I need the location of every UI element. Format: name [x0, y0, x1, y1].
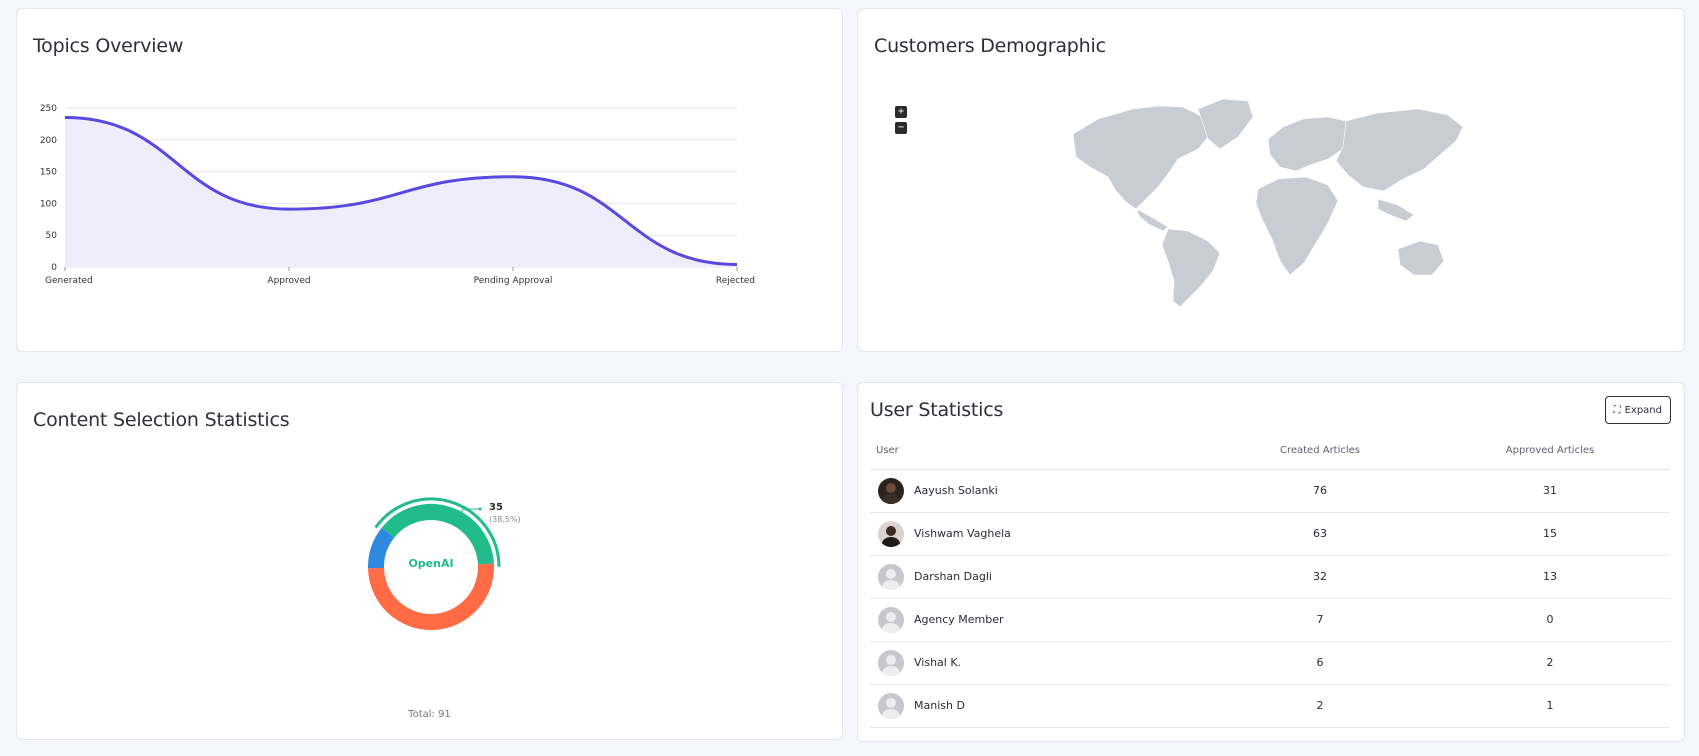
- map-region-africa: [1255, 176, 1339, 276]
- table-row[interactable]: Agency Member 7 0: [870, 598, 1670, 642]
- expand-label: Expand: [1624, 404, 1662, 416]
- avatar: [878, 477, 904, 504]
- topics-overview-card: Topics Overview 0 50 100 150 200 250 Generated…: [16, 8, 843, 352]
- map-region-asia: [1335, 108, 1464, 192]
- x-tick-label: Approved: [267, 276, 310, 286]
- content-selection-title: Content Selection Statistics: [33, 409, 290, 431]
- map-region-south-america: [1161, 228, 1221, 308]
- column-header-user: User: [870, 433, 1210, 470]
- y-tick-label: 0: [51, 263, 57, 273]
- user-name: Aayush Solanki: [914, 484, 998, 497]
- table-header-row: User Created Articles Approved Articles: [870, 433, 1670, 470]
- world-map[interactable]: [858, 9, 1686, 353]
- map-region-southeast-asia: [1377, 198, 1415, 222]
- user-statistics-table: User Created Articles Approved Articles …: [870, 433, 1670, 728]
- column-header-approved: Approved Articles: [1430, 433, 1670, 470]
- user-statistics-card: User Statistics ⛶ Expand User Created Ar…: [857, 382, 1685, 742]
- user-name: Manish D: [914, 699, 965, 712]
- avatar: [878, 649, 904, 676]
- content-selection-card: Content Selection Statistics 35 (38.5%) …: [16, 382, 843, 740]
- content-donut-chart[interactable]: 35 (38.5%) OpenAI: [17, 433, 844, 683]
- avatar: [878, 692, 904, 719]
- created-articles: 2: [1210, 684, 1430, 728]
- y-tick-label: 50: [46, 231, 58, 241]
- created-articles: 76: [1210, 469, 1430, 513]
- approved-articles: 15: [1430, 512, 1670, 556]
- approved-articles: 31: [1430, 469, 1670, 513]
- created-articles: 6: [1210, 641, 1430, 685]
- created-articles: 32: [1210, 555, 1430, 599]
- user-name: Darshan Dagli: [914, 570, 992, 583]
- column-header-created: Created Articles: [1210, 433, 1430, 470]
- topics-area-chart: 0 50 100 150 200 250 Generated Approved Pending …: [40, 104, 755, 286]
- expand-icon: ⛶: [1613, 404, 1621, 416]
- map-region-australia: [1397, 240, 1445, 276]
- user-name: Vishal K.: [914, 656, 962, 669]
- y-tick-label: 100: [40, 199, 57, 209]
- map-region-north-america: [1072, 105, 1214, 210]
- avatar: [878, 563, 904, 590]
- user-statistics-title: User Statistics: [870, 399, 1004, 421]
- x-tick-label: Generated: [45, 276, 93, 286]
- user-name: Agency Member: [914, 613, 1004, 626]
- table-row[interactable]: Vishal K. 6 2: [870, 641, 1670, 685]
- approved-articles: 2: [1430, 641, 1670, 685]
- avatar: [878, 520, 904, 547]
- avatar: [878, 606, 904, 633]
- table-row[interactable]: Manish D 2 1: [870, 684, 1670, 728]
- map-region-greenland: [1197, 98, 1254, 150]
- approved-articles: 13: [1430, 555, 1670, 599]
- x-tick-label: Rejected: [716, 276, 755, 286]
- callout-value: 35: [489, 502, 503, 513]
- x-tick-label: Pending Approval: [474, 276, 553, 286]
- y-tick-label: 150: [40, 168, 57, 178]
- user-name: Vishwam Vaghela: [914, 527, 1011, 540]
- callout-dot: [478, 507, 482, 511]
- map-region-central-america: [1135, 208, 1169, 232]
- expand-button[interactable]: ⛶ Expand: [1604, 396, 1671, 424]
- approved-articles: 0: [1430, 598, 1670, 642]
- callout-percent: (38.5%): [489, 515, 521, 524]
- table-row[interactable]: Vishwam Vaghela 63 15: [870, 512, 1670, 556]
- content-total: Total: 91: [408, 709, 451, 720]
- donut-segment: [368, 527, 395, 569]
- approved-articles: 1: [1430, 684, 1670, 728]
- y-tick-label: 200: [40, 136, 57, 146]
- y-tick-label: 250: [40, 104, 57, 114]
- donut-segment: [368, 563, 494, 631]
- topics-overview-title: Topics Overview: [33, 35, 184, 57]
- created-articles: 7: [1210, 598, 1430, 642]
- customers-demographic-card: Customers Demographic + −: [857, 8, 1685, 352]
- donut-center-label: OpenAI: [408, 557, 453, 570]
- created-articles: 63: [1210, 512, 1430, 556]
- table-row[interactable]: Darshan Dagli 32 13: [870, 555, 1670, 599]
- table-row[interactable]: Aayush Solanki 76 31: [870, 469, 1670, 513]
